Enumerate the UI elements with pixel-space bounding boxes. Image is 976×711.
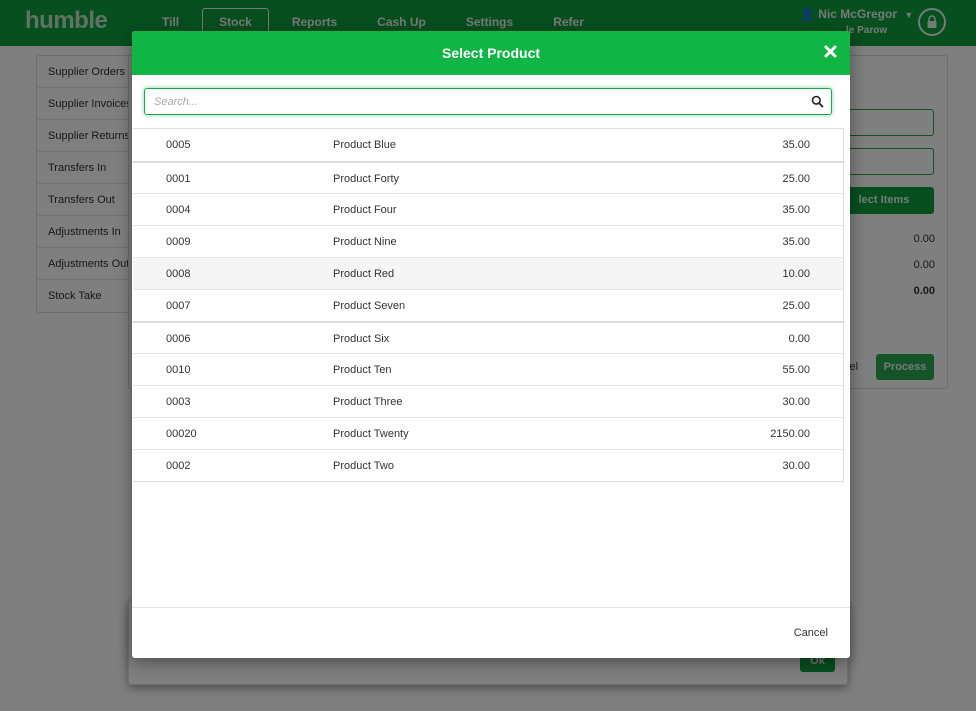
product-code: 00020	[166, 428, 197, 440]
product-row[interactable]: 0010 Product Ten 55.00	[133, 353, 843, 385]
modal-header: Select Product	[132, 31, 850, 75]
product-name: Product Twenty	[333, 428, 409, 440]
product-name: Product Nine	[333, 236, 397, 248]
product-list: 0005 Product Blue 35.00 0001 Product For…	[133, 128, 844, 482]
product-name: Product Two	[333, 460, 394, 472]
product-name: Product Three	[333, 396, 403, 408]
product-price: 10.00	[782, 268, 810, 280]
product-name: Product Seven	[333, 300, 406, 312]
product-code: 0005	[166, 139, 191, 151]
close-icon	[824, 45, 836, 57]
product-name: Product Blue	[333, 139, 396, 151]
product-code: 0009	[166, 236, 191, 248]
search-input[interactable]	[145, 89, 805, 114]
product-price: 25.00	[782, 300, 810, 312]
product-code: 0007	[166, 300, 191, 312]
product-price: 55.00	[782, 364, 810, 376]
close-button[interactable]	[822, 43, 838, 59]
product-price: 35.00	[782, 139, 810, 151]
product-price: 0.00	[788, 333, 810, 345]
product-row[interactable]: 0004 Product Four 35.00	[133, 193, 843, 225]
modal-title: Select Product	[441, 45, 541, 61]
product-code: 0003	[166, 396, 191, 408]
product-row[interactable]: 0006 Product Six 0.00	[133, 321, 843, 353]
product-row[interactable]: 0007 Product Seven 25.00	[133, 289, 843, 321]
product-row[interactable]: 0003 Product Three 30.00	[133, 385, 843, 417]
product-row[interactable]: 00020 Product Twenty 2150.00	[133, 417, 843, 449]
product-price: 35.00	[782, 204, 810, 216]
product-row[interactable]: 0005 Product Blue 35.00	[133, 129, 843, 161]
product-row[interactable]: 0009 Product Nine 35.00	[133, 225, 843, 257]
product-code: 0001	[166, 173, 191, 185]
modal-footer: Cancel	[132, 607, 850, 658]
product-code: 0002	[166, 460, 191, 472]
product-row[interactable]: 0002 Product Two 30.00	[133, 449, 843, 481]
product-code: 0004	[166, 204, 191, 216]
product-name: Product Six	[333, 333, 390, 345]
search-box	[144, 88, 832, 115]
product-row-hovered[interactable]: 0008 Product Red 10.00	[133, 257, 843, 289]
product-code: 0008	[166, 268, 191, 280]
product-price: 30.00	[782, 396, 810, 408]
product-name: Product Forty	[333, 173, 400, 185]
product-price: 30.00	[782, 460, 810, 472]
select-product-modal: Select Product 0005 Product Blue 35.00 0…	[132, 31, 850, 658]
product-code: 0010	[166, 364, 191, 376]
cancel-button[interactable]: Cancel	[794, 627, 828, 639]
product-name: Product Four	[333, 204, 397, 216]
product-name: Product Red	[333, 268, 395, 280]
product-name: Product Ten	[333, 364, 392, 376]
product-price: 35.00	[782, 236, 810, 248]
product-row[interactable]: 0001 Product Forty 25.00	[133, 161, 843, 193]
product-code: 0006	[166, 333, 191, 345]
product-price: 2150.00	[770, 428, 810, 440]
product-price: 25.00	[782, 173, 810, 185]
search-icon[interactable]	[811, 95, 824, 108]
